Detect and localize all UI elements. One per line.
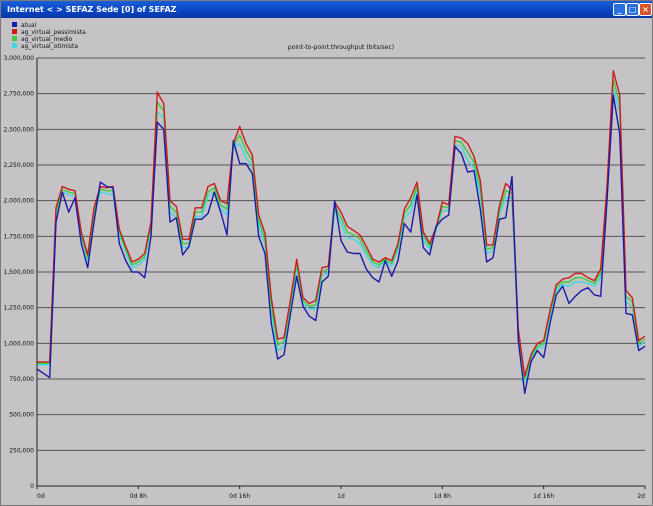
y-tick-label: 3,000,000 bbox=[3, 55, 34, 62]
legend: atualag_virtual_pessimistaag_virtual_med… bbox=[12, 22, 86, 50]
chart-title: point-to-point.throughput (bits/sec) bbox=[288, 44, 394, 51]
y-tick-label: 1,500,000 bbox=[3, 269, 34, 276]
application-window: Internet < > SEFAZ Sede [0] of SEFAZ _ □… bbox=[0, 0, 653, 506]
x-tick-label: 0d bbox=[37, 493, 45, 500]
y-tick-label: 2,000,000 bbox=[3, 198, 34, 205]
y-tick-label: 2,500,000 bbox=[3, 126, 34, 133]
axis-layer: 0 250,000 500,000 750,000 1,000,000 1,250,000… bbox=[3, 55, 646, 500]
x-tick-label: 0d 16h bbox=[229, 493, 250, 500]
title-bar[interactable]: Internet < > SEFAZ Sede [0] of SEFAZ _ □… bbox=[1, 1, 652, 18]
legend-label: ag_virtual_otimista bbox=[21, 43, 78, 50]
minimize-button[interactable]: _ bbox=[613, 3, 626, 16]
x-tick-label: 2d bbox=[637, 493, 645, 500]
maximize-button[interactable]: □ bbox=[626, 3, 639, 16]
y-tick-label: 750,000 bbox=[9, 376, 34, 383]
y-tick-label: 500,000 bbox=[9, 412, 34, 419]
throughput-chart: 0 250,000 500,000 750,000 1,000,000 1,250,000… bbox=[3, 22, 646, 500]
series-layer bbox=[36, 70, 646, 394]
y-tick-label: 1,750,000 bbox=[3, 233, 34, 240]
series-line-atual bbox=[36, 94, 646, 394]
legend-label: atual bbox=[21, 22, 37, 29]
y-tick-label: 1,000,000 bbox=[3, 340, 34, 347]
close-button[interactable]: × bbox=[639, 3, 652, 16]
legend-swatch bbox=[12, 29, 17, 34]
y-tick-label: 2,750,000 bbox=[3, 91, 34, 98]
x-tick-label: 0d 8h bbox=[130, 493, 147, 500]
legend-label: ag_virtual_pessimista bbox=[21, 29, 86, 36]
x-tick-label: 1d 8h bbox=[434, 493, 451, 500]
window-title: Internet < > SEFAZ Sede [0] of SEFAZ bbox=[7, 5, 177, 14]
y-tick-label: 2,250,000 bbox=[3, 162, 34, 169]
series-line-ag_virtual_otimista bbox=[37, 87, 646, 383]
y-tick-label: 1,250,000 bbox=[3, 305, 34, 312]
legend-swatch bbox=[12, 43, 17, 48]
y-tick-label: 0 bbox=[30, 483, 34, 490]
x-tick-label: 1d bbox=[337, 493, 345, 500]
y-tick-label: 250,000 bbox=[9, 447, 34, 454]
legend-swatch bbox=[12, 36, 17, 41]
legend-label: ag_virtual_medio bbox=[21, 36, 73, 43]
legend-swatch bbox=[12, 22, 17, 27]
series-line-ag_virtual_medio bbox=[37, 78, 646, 380]
grid-layer bbox=[37, 57, 645, 487]
x-tick-label: 1d 16h bbox=[533, 493, 554, 500]
